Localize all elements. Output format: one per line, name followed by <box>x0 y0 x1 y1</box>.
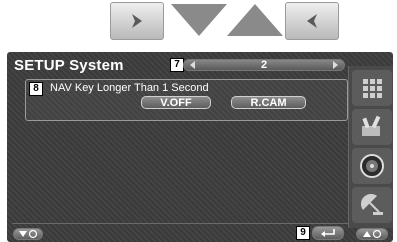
chevron-right-icon <box>333 61 338 69</box>
voff-button[interactable]: V.OFF <box>141 96 211 109</box>
page-next-button[interactable] <box>328 60 342 70</box>
return-icon <box>321 229 335 237</box>
scroll-up-button[interactable] <box>356 228 388 240</box>
callout-return: 9 <box>296 226 310 240</box>
up-arrow-graphic <box>227 4 283 36</box>
page-title: SETUP System <box>14 57 124 74</box>
grid-icon <box>363 79 382 98</box>
chevron-right-icon <box>132 14 142 28</box>
setting-label: NAV Key Longer Than 1 Second <box>50 82 209 94</box>
satellite-icon <box>361 194 383 215</box>
down-arrow-icon <box>19 229 38 239</box>
right-hard-button[interactable] <box>110 2 164 40</box>
tools-icon <box>362 115 381 136</box>
divider <box>12 223 348 224</box>
setup-screen: SETUP System 7 2 8 NAV Key Longer Than 1… <box>7 52 393 242</box>
sidebar-item-setup[interactable] <box>352 109 392 145</box>
sidebar-item-audio[interactable] <box>352 148 392 184</box>
down-arrow-graphic <box>171 4 227 36</box>
left-hard-button[interactable] <box>285 2 339 40</box>
sidebar-item-antenna[interactable] <box>352 187 392 223</box>
nav-key-setting-panel: 8 NAV Key Longer Than 1 Second V.OFF R.C… <box>25 79 348 121</box>
speaker-icon <box>360 154 384 178</box>
callout-pager: 7 <box>170 58 184 72</box>
manual-illustration: SETUP System 7 2 8 NAV Key Longer Than 1… <box>0 0 397 242</box>
chevron-left-icon <box>307 14 317 28</box>
scroll-down-button[interactable] <box>13 228 43 240</box>
sidebar <box>348 66 393 228</box>
rcam-button[interactable]: R.CAM <box>231 96 306 109</box>
up-arrow-icon <box>363 229 382 239</box>
return-button[interactable] <box>312 226 344 240</box>
sidebar-item-menu[interactable] <box>352 70 392 106</box>
page-selector: 2 <box>183 59 345 71</box>
callout-setting: 8 <box>29 82 43 96</box>
page-number: 2 <box>260 59 268 71</box>
